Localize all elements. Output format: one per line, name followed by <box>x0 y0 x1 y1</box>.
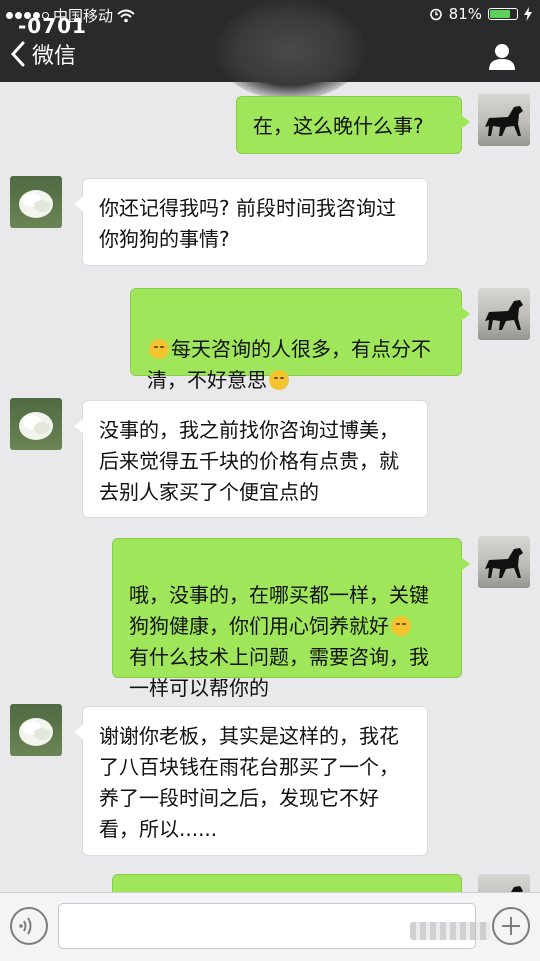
flower-icon <box>19 412 53 440</box>
message-text: 有什么技术上问题，需要咨询，我 一样可以帮你的 <box>129 645 429 700</box>
smiley-icon <box>269 370 289 390</box>
message-bubble-sent-partial[interactable] <box>112 874 462 892</box>
smiley-icon <box>149 339 169 359</box>
battery-icon <box>488 8 518 20</box>
smiley-icon <box>391 616 411 636</box>
chevron-left-icon <box>10 41 25 67</box>
message-bubble-received[interactable]: 谢谢你老板，其实是这样的，我花 了八百块钱在雨花台那买了一个， 养了一段时间之后… <box>74 706 428 856</box>
dog-icon <box>485 106 523 136</box>
my-avatar[interactable] <box>478 288 530 340</box>
contact-avatar[interactable] <box>10 176 62 228</box>
top-bar: 中国移动 81% -0701 微信 <box>0 0 540 100</box>
charging-icon <box>524 7 532 21</box>
alarm-icon <box>429 8 442 21</box>
dog-icon <box>485 300 523 330</box>
flower-icon <box>19 190 53 218</box>
dog-icon <box>485 548 523 578</box>
nav-bar: 微信 <box>0 28 540 82</box>
message-text: 每天咨询的人很多，有点分不 清，不好意思 <box>147 337 431 392</box>
contact-avatar[interactable] <box>10 398 62 450</box>
person-icon <box>489 44 515 70</box>
back-label: 微信 <box>32 44 77 69</box>
message-bubble-received[interactable]: 你还记得我吗? 前段时间我咨询过 你狗狗的事情? <box>74 178 428 266</box>
message-bubble-sent[interactable]: 每天咨询的人很多，有点分不 清，不好意思 <box>130 288 470 392</box>
wifi-icon <box>117 9 135 22</box>
battery-percent: 81% <box>448 5 482 23</box>
flower-icon <box>19 718 53 746</box>
my-avatar[interactable] <box>478 874 530 892</box>
my-avatar[interactable] <box>478 94 530 146</box>
dog-icon <box>511 886 523 892</box>
chat-area[interactable]: 在，这么晚什么事? 你还记得我吗? 前段时间我咨询过 你狗狗的事情? 每天咨询的… <box>0 82 540 892</box>
my-avatar[interactable] <box>478 536 530 588</box>
back-button[interactable]: 微信 <box>10 38 76 70</box>
voice-icon <box>19 917 32 935</box>
message-bubble-received[interactable]: 没事的，我之前找你咨询过博美， 后来觉得五千块的价格有点贵，就 去别人家买了个便… <box>74 400 428 518</box>
message-bubble-sent[interactable]: 哦，没事的，在哪买都一样，关键 狗狗健康，你们用心饲养就好 有什么技术上问题，需… <box>112 538 470 700</box>
contact-avatar[interactable] <box>10 704 62 756</box>
message-text: 哦，没事的，在哪买都一样，关键 狗狗健康，你们用心饲养就好 <box>129 583 429 638</box>
plus-button[interactable] <box>492 907 530 945</box>
voice-button[interactable] <box>10 907 48 945</box>
message-bubble-sent[interactable]: 在，这么晚什么事? <box>236 96 470 154</box>
blurred-watermark <box>410 922 490 940</box>
profile-button[interactable] <box>486 40 518 72</box>
